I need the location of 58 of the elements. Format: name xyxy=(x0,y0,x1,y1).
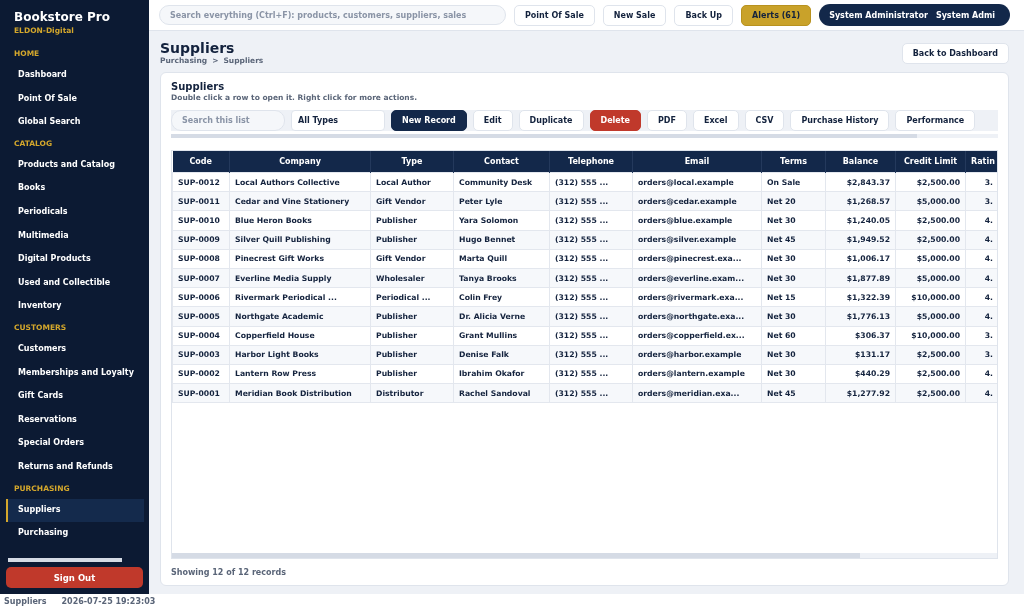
column-header[interactable]: Credit Limit xyxy=(895,151,966,173)
nav-item[interactable]: Point Of Sale xyxy=(6,87,144,112)
column-header[interactable]: Terms xyxy=(761,151,826,173)
scrollbar[interactable] xyxy=(172,553,997,558)
nav-item[interactable]: Purchasing xyxy=(6,522,144,546)
card-title: Suppliers xyxy=(171,81,226,92)
toolbar-button[interactable]: PDF xyxy=(647,110,687,131)
nav-item[interactable]: Special Orders xyxy=(6,432,144,456)
user-role: System Administrator xyxy=(829,10,928,20)
back-button[interactable]: Back to Dashboard xyxy=(901,43,1009,64)
status-page: Suppliers xyxy=(4,596,47,606)
scrollbar[interactable] xyxy=(8,558,122,562)
nav-item[interactable]: Inventory xyxy=(6,295,144,319)
scrollbar[interactable] xyxy=(171,134,998,138)
nav-item[interactable]: Customers xyxy=(6,337,144,362)
top-button[interactable]: Back Up xyxy=(674,4,733,26)
page-title: Suppliers xyxy=(160,40,236,56)
nav-item[interactable]: Books xyxy=(6,177,144,201)
nav-item[interactable]: Suppliers xyxy=(6,498,144,523)
toolbar-button[interactable]: Delete xyxy=(589,110,641,131)
sign-out-button[interactable]: Sign Out xyxy=(6,567,143,588)
nav-item[interactable]: Used and Collectible xyxy=(6,271,144,296)
column-header[interactable]: Balance xyxy=(825,151,896,173)
column-header[interactable]: Contact xyxy=(453,151,550,173)
nav-item[interactable]: Gift Cards xyxy=(6,385,144,409)
toolbar-button[interactable]: Edit xyxy=(472,110,513,131)
search-field[interactable]: Search this list xyxy=(171,110,285,131)
nav-item[interactable]: Products and Catalog xyxy=(6,153,144,178)
nav-item[interactable]: Memberships and Loyalty xyxy=(6,361,144,386)
record-count: Showing 12 of 12 records xyxy=(171,568,287,577)
column-header[interactable]: Company xyxy=(229,151,371,173)
top-button[interactable]: Alerts (61) xyxy=(741,4,812,26)
nav-item[interactable]: Digital Products xyxy=(6,248,144,272)
toolbar-button[interactable]: Duplicate xyxy=(518,110,584,131)
nav-item[interactable]: Dashboard xyxy=(6,64,144,88)
nav-item[interactable]: Reservations xyxy=(6,408,144,433)
user-menu[interactable]: System Administrator System Admi xyxy=(819,4,1011,26)
nav-item[interactable]: Global Search xyxy=(6,111,144,135)
search-field[interactable]: Search everything (Ctrl+F): products, customers, suppliers, sales xyxy=(159,5,506,25)
user-name: System Admi xyxy=(935,10,995,20)
status-timestamp: 2026-07-25 19:23:03 xyxy=(61,596,156,606)
type-filter[interactable]: All Types xyxy=(291,110,385,131)
top-button[interactable]: New Sale xyxy=(602,4,667,26)
toolbar-button[interactable]: Purchase History xyxy=(790,110,890,131)
column-header[interactable]: Email xyxy=(632,151,762,173)
toolbar-button[interactable]: Excel xyxy=(692,110,739,131)
column-header[interactable]: Type xyxy=(370,151,454,173)
nav-item[interactable]: Multimedia xyxy=(6,224,144,249)
top-button[interactable]: Point Of Sale xyxy=(514,4,595,26)
nav-item[interactable]: Returns and Refunds xyxy=(6,455,144,480)
column-header[interactable]: Code xyxy=(172,151,230,173)
column-header[interactable]: Telephone xyxy=(549,151,633,173)
toolbar-button[interactable]: CSV xyxy=(744,110,785,131)
toolbar-button[interactable]: Performance xyxy=(895,110,976,131)
app-name: Bookstore Pro xyxy=(14,10,111,24)
column-header[interactable]: Ratin xyxy=(965,151,997,173)
nav-item[interactable]: Periodicals xyxy=(6,200,144,225)
toolbar-button[interactable]: New Record xyxy=(391,110,467,131)
